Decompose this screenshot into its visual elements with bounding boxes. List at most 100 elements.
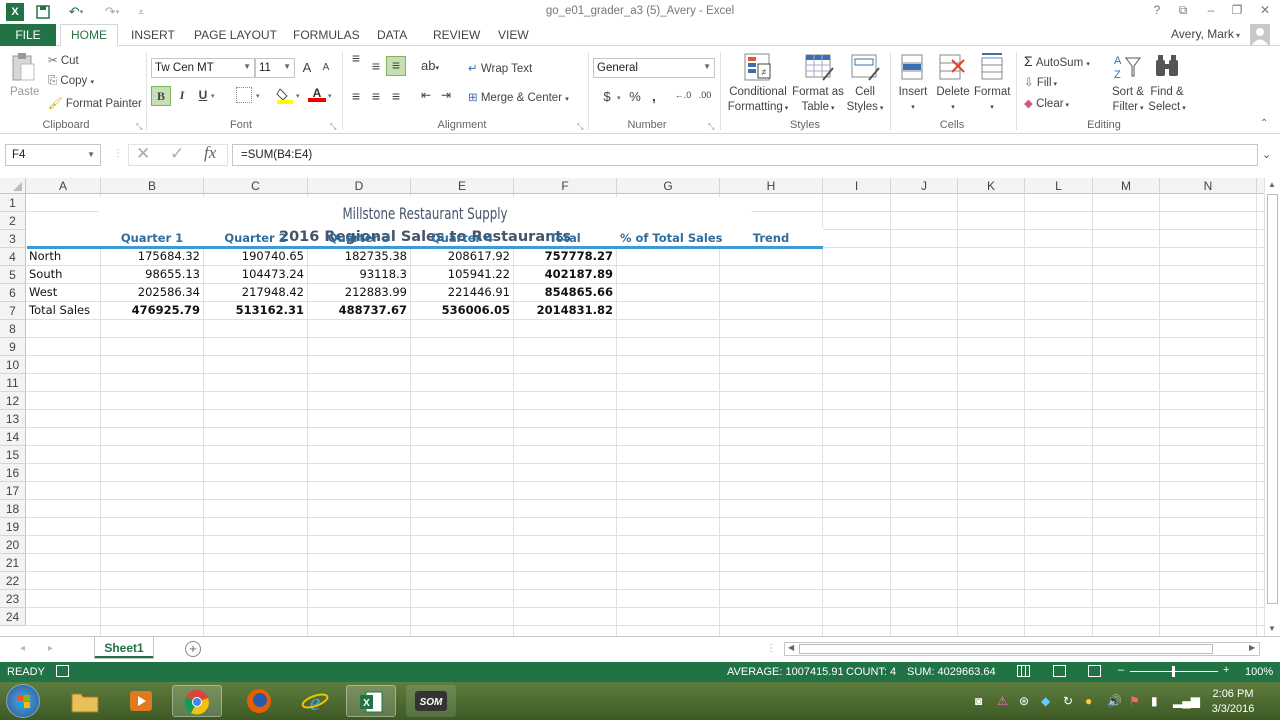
row-header[interactable]: 15 [0,446,26,464]
borders-icon[interactable] [236,87,252,103]
close-button[interactable]: ✕ [1254,3,1276,19]
tab-file[interactable]: FILE [0,24,56,46]
wrap-text-button[interactable]: ↵ Wrap Text [468,61,532,75]
scroll-down-icon[interactable]: ▼ [1268,624,1276,633]
autosum-button[interactable]: Σ AutoSum ▾ [1024,53,1090,69]
row-label-cell[interactable]: West [29,284,97,301]
tray-network-icon[interactable]: ⊛ [1019,694,1029,708]
value-cell[interactable]: 854865.66 [517,284,613,301]
italic-button[interactable]: I [174,88,190,103]
scroll-thumb[interactable] [1267,194,1278,604]
insert-cells-button[interactable]: Insert ▾ [898,85,928,115]
row-header[interactable]: 4 [0,248,26,266]
row-header[interactable]: 5 [0,266,26,284]
row-header[interactable]: 11 [0,374,26,392]
row-header[interactable]: 6 [0,284,26,302]
row-header[interactable]: 12 [0,392,26,410]
value-cell[interactable]: 202586.34 [104,284,200,301]
status-average[interactable]: AVERAGE: 1007415.91 [727,666,844,678]
tray-sync-icon[interactable]: ↻ [1063,694,1073,708]
tab-split-handle-icon[interactable]: ⋮ [766,643,776,654]
prev-sheet-icon[interactable]: ◂ [20,643,25,654]
increase-indent-icon[interactable]: ⇥ [438,88,454,102]
total-value-cell[interactable]: 2014831.82 [517,302,613,319]
column-heading-cell[interactable]: Quarter 2 [207,230,304,247]
horizontal-scrollbar[interactable]: ◀ ▶ [784,642,1260,656]
column-header[interactable]: I [823,178,891,194]
dialog-launcher-icon[interactable]: ⤡ [330,122,336,132]
tray-shield-icon[interactable]: ◆ [1041,694,1050,708]
total-value-cell[interactable]: 488737.67 [311,302,407,319]
start-button[interactable] [6,684,40,718]
align-left-icon[interactable]: ≡ [348,88,364,104]
ribbon-display-options-button[interactable]: ⧉ [1172,3,1194,19]
row-header[interactable]: 14 [0,428,26,446]
row-label-cell[interactable]: South [29,266,97,283]
row-header[interactable]: 22 [0,572,26,590]
column-header[interactable]: L [1025,178,1093,194]
tab-formulas[interactable]: FORMULAS [293,28,360,42]
maximize-button[interactable]: ❐ [1226,3,1248,19]
row-header[interactable]: 24 [0,608,26,626]
grow-font-button[interactable]: A [300,60,314,75]
next-sheet-icon[interactable]: ▸ [48,643,53,654]
row-header[interactable]: 16 [0,464,26,482]
value-cell[interactable]: 182735.38 [311,248,407,265]
dialog-launcher-icon[interactable]: ⤡ [708,122,714,132]
insert-cells-icon[interactable] [898,52,926,84]
dialog-launcher-icon[interactable]: ⤡ [577,122,583,132]
row-header[interactable]: 10 [0,356,26,374]
format-as-table-icon[interactable] [803,52,835,84]
sheet-title[interactable]: Millstone Restaurant Supply [98,197,752,231]
zoom-in-icon[interactable]: + [1223,664,1229,676]
font-size-box[interactable]: 11 ▼ [255,58,295,78]
cut-button[interactable]: ✂ Cut [48,53,79,67]
value-cell[interactable]: 212883.99 [311,284,407,301]
delete-cells-button[interactable]: Delete ▾ [936,85,970,115]
value-cell[interactable]: 175684.32 [104,248,200,265]
horizontal-scroll-thumb[interactable] [799,644,1213,654]
shrink-font-button[interactable]: A [320,62,332,73]
merge-center-button[interactable]: ⊞ Merge & Center ▾ [468,90,569,104]
zoom-slider-thumb[interactable] [1172,666,1175,677]
format-painter-button[interactable]: 🖌 Format Painter [48,96,142,110]
format-cells-icon[interactable] [978,52,1006,84]
row-header[interactable]: 19 [0,518,26,536]
column-header[interactable]: F [514,178,617,194]
underline-button[interactable]: U [195,88,211,102]
cell-styles-button[interactable]: Cell Styles ▾ [846,85,884,116]
align-bottom-icon[interactable]: ≡ [386,56,406,76]
excel-taskbar-icon[interactable]: X [346,685,396,717]
clear-button[interactable]: ◆ Clear ▾ [1024,96,1069,110]
tray-warning-icon[interactable]: ⚠ [997,694,1008,708]
font-color-icon[interactable]: A [308,86,326,104]
name-box[interactable]: F4 ▼ [5,144,101,166]
formula-bar-splitter-icon[interactable]: ⋮ [113,148,123,159]
format-cells-button[interactable]: Format ▾ [974,85,1010,115]
scroll-right-icon[interactable]: ▶ [1249,643,1255,652]
column-header-partial[interactable] [1257,178,1264,194]
column-heading-cell[interactable]: Quarter 1 [104,230,200,247]
new-sheet-button[interactable]: + [185,641,201,657]
row-header[interactable]: 2 [0,212,26,230]
minimize-button[interactable]: – [1200,3,1222,19]
column-heading-cell[interactable]: Trend [723,230,819,247]
chrome-icon[interactable] [172,685,222,717]
expand-formula-bar-icon[interactable]: ⌄ [1262,148,1271,161]
vertical-scrollbar[interactable]: ▲ ▼ [1264,178,1280,636]
value-cell[interactable]: 208617.92 [414,248,510,265]
column-header[interactable]: M [1093,178,1160,194]
orientation-icon[interactable]: ab▾ [418,58,442,73]
increase-decimal-button[interactable]: ←.0 [674,90,692,100]
avatar[interactable] [1250,24,1270,45]
row-header[interactable]: 9 [0,338,26,356]
chevron-down-icon[interactable]: ▾ [617,94,621,102]
row-header[interactable]: 7 [0,302,26,320]
value-cell[interactable]: 217948.42 [207,284,304,301]
formula-input[interactable]: =SUM(B4:E4) [232,144,1258,166]
binoculars-icon[interactable] [1153,52,1181,84]
row-header[interactable]: 18 [0,500,26,518]
status-count[interactable]: COUNT: 4 [846,666,896,678]
currency-button[interactable]: $ [596,89,618,104]
row-header[interactable]: 8 [0,320,26,338]
